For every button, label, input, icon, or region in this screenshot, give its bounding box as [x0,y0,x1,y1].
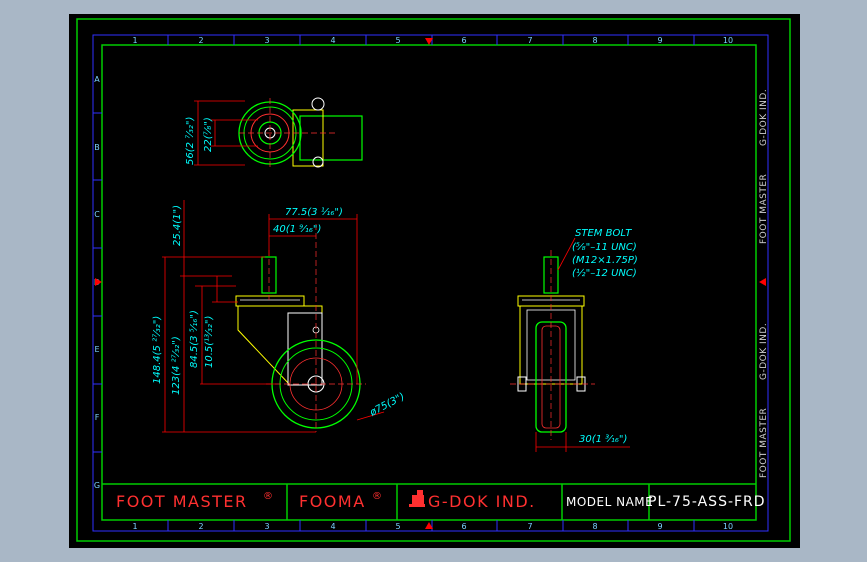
zone-number: 8 [592,36,597,45]
brand-fooma: FOOMA [299,492,366,511]
drawing-canvas [69,14,800,548]
zone-number: 2 [198,522,203,531]
dimension-offset-wide: 77.5(3 ¹⁄₁₆") [285,207,343,218]
cad-drawing-viewport[interactable]: 1 2 3 4 5 6 7 8 9 10 1 2 3 4 5 6 7 8 9 1… [0,0,867,562]
side-label: G-DOK IND. [759,323,769,380]
dimension-body-height: 123(4 ²⁷⁄₃₂") [171,336,182,395]
zone-number: 2 [198,36,203,45]
zone-number: 6 [461,36,466,45]
zone-number: 8 [592,522,597,531]
zone-number: 5 [395,36,400,45]
zone-number: 1 [132,522,137,531]
dimension-offset-narrow: 40(1 ⁹⁄₁₆") [273,224,321,235]
zone-number: 3 [264,36,269,45]
brand-g-dok: G-DOK IND. [428,492,536,511]
dimension-wheel-width: 30(1 ³⁄₁₆") [579,434,627,445]
stem-bolt-spec-1: (⁵⁄₈"–11 UNC) [572,242,637,253]
dimension-total-height: 148.4(5 ²⁷⁄₃₂") [152,316,163,384]
zone-number: 4 [330,522,335,531]
side-label: FOOT MASTER [759,408,769,478]
zone-letter: C [94,210,100,219]
registered-mark-1: ® [263,491,273,502]
zone-number: 9 [657,522,662,531]
zone-number: 7 [527,36,532,45]
brand-foot-master: FOOT MASTER [116,492,248,511]
zone-letter: G [94,481,100,490]
stem-bolt-title: STEM BOLT [575,228,632,239]
zone-number: 1 [132,36,137,45]
dimension-top-inner: 22(⁷⁄₈") [203,117,214,152]
side-label: G-DOK IND. [759,89,769,146]
zone-number: 6 [461,522,466,531]
model-name-value: PL-75-ASS-FRD [648,494,766,510]
model-name-label: MODEL NAME [566,495,653,509]
stem-bolt-spec-2: (M12×1.75P) [572,255,638,266]
zone-number: 3 [264,522,269,531]
zone-number: 10 [723,36,733,45]
registered-mark-2: ® [372,491,382,502]
stem-bolt-spec-3: (½"–12 UNC) [572,267,637,279]
zone-number: 9 [657,36,662,45]
zone-letter: A [94,75,100,84]
zone-number: 5 [395,522,400,531]
zone-letter: B [94,143,100,152]
zone-letter: E [94,345,99,354]
zone-number: 10 [723,522,733,531]
zone-number: 4 [330,36,335,45]
dimension-axle-height: 10.5(¹³⁄₃₂") [204,316,215,368]
dimension-mid-height: 84.5(3 ⁵⁄₁₆") [189,310,200,368]
zone-letter: F [95,413,100,422]
dimension-stem-height: 25.4(1") [172,205,183,246]
dimension-top-overall: 56(2 ⁷⁄₃₂") [185,117,196,165]
side-label: FOOT MASTER [759,174,769,244]
zone-number: 7 [527,522,532,531]
